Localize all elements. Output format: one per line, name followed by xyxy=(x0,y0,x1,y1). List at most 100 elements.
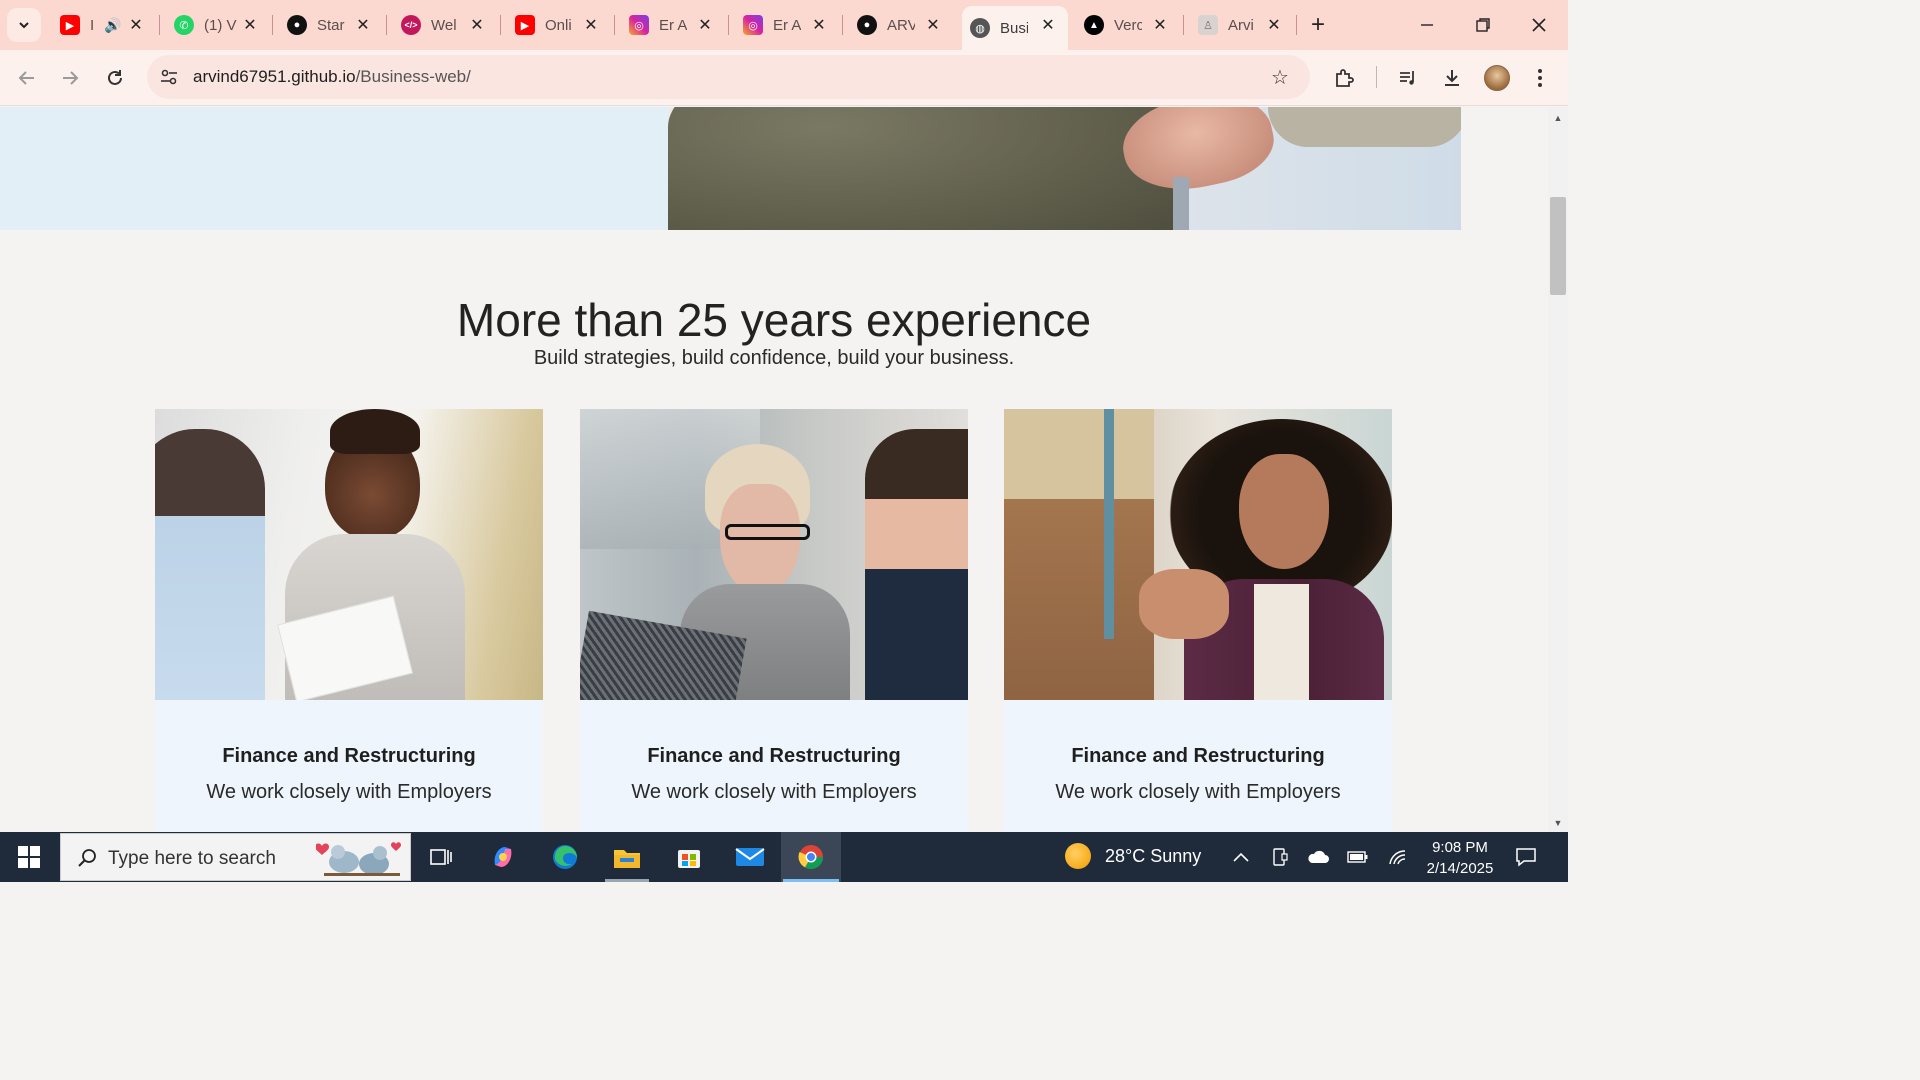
card-image xyxy=(580,409,968,700)
notification-center-icon[interactable] xyxy=(1512,844,1540,870)
tab-youtube-2[interactable]: ▶ Onli ✕ xyxy=(507,6,611,44)
close-tab-icon[interactable]: ✕ xyxy=(126,15,146,35)
close-tab-icon[interactable]: ✕ xyxy=(1038,15,1058,35)
tab-instagram-2[interactable]: ◎ Er A ✕ xyxy=(735,6,839,44)
tab-arvind[interactable]: ♙ Arvi ✕ xyxy=(1190,6,1294,44)
system-clock[interactable]: 9:08 PM 2/14/2025 xyxy=(1420,837,1500,879)
address-bar[interactable]: arvind67951.github.io/Business-web/ ☆ xyxy=(147,55,1310,99)
service-card: Finance and Restructuring We work closel… xyxy=(155,409,543,832)
search-highlight-birds-icon xyxy=(316,842,401,876)
start-button[interactable] xyxy=(0,832,58,882)
profile-avatar[interactable] xyxy=(1484,65,1510,91)
tab-separator xyxy=(614,15,615,35)
close-tab-icon[interactable]: ✕ xyxy=(353,15,373,35)
tab-title: Er A xyxy=(773,16,801,34)
arrow-right-icon xyxy=(63,71,79,85)
close-tab-icon[interactable]: ✕ xyxy=(923,15,943,35)
tab-github-1[interactable]: ● Star ✕ xyxy=(279,6,383,44)
back-button[interactable] xyxy=(9,60,45,96)
tab-web[interactable]: </> Wel ✕ xyxy=(393,6,497,44)
file-explorer-icon[interactable] xyxy=(597,832,657,882)
reload-button[interactable] xyxy=(97,60,133,96)
card-image xyxy=(1004,409,1392,700)
person-icon: ♙ xyxy=(1198,15,1218,35)
tab-separator xyxy=(1183,15,1184,35)
instagram-icon: ◎ xyxy=(743,15,763,35)
card-title: Finance and Restructuring xyxy=(222,745,476,767)
scroll-down-arrow-icon[interactable]: ▼ xyxy=(1548,814,1568,832)
clock-time: 9:08 PM xyxy=(1432,839,1488,856)
close-tab-icon[interactable]: ✕ xyxy=(467,15,487,35)
toolbar-separator xyxy=(1376,66,1377,88)
sun-icon xyxy=(1065,843,1091,869)
close-window-button[interactable] xyxy=(1522,8,1556,42)
tab-separator xyxy=(500,15,501,35)
mail-icon[interactable] xyxy=(720,832,780,882)
card-image-face xyxy=(1239,454,1329,569)
wifi-icon[interactable] xyxy=(1386,845,1410,869)
tab-whatsapp[interactable]: ✆ (1) V ✕ xyxy=(166,6,270,44)
close-tab-icon[interactable]: ✕ xyxy=(1150,15,1170,35)
hero-image-chair-leg xyxy=(1173,177,1189,230)
search-placeholder: Type here to search xyxy=(108,848,276,869)
speaker-icon[interactable]: 🔊 xyxy=(104,17,121,34)
restore-button[interactable] xyxy=(1466,8,1500,42)
onedrive-icon[interactable] xyxy=(1306,845,1330,869)
browser-toolbar: arvind67951.github.io/Business-web/ ☆ xyxy=(0,50,1568,106)
tab-title: ARV xyxy=(887,16,915,34)
tab-title: Arvi xyxy=(1228,16,1254,34)
tab-strip: ▶ I 🔊 ✕ ✆ (1) V ✕ ● Star ✕ </> Wel ✕ ▶ O… xyxy=(0,0,1568,50)
card-image-person-hair xyxy=(330,409,420,454)
scrollbar-thumb[interactable] xyxy=(1550,197,1566,295)
close-tab-icon[interactable]: ✕ xyxy=(581,15,601,35)
extensions-icon[interactable] xyxy=(1328,62,1360,94)
windows-taskbar: Type here to search 28°C Sunny 9:08 PM 2… xyxy=(0,832,1568,882)
edge-browser-icon[interactable] xyxy=(535,832,595,882)
menu-kebab-icon[interactable] xyxy=(1524,62,1556,94)
tab-business-web[interactable]: ◍ Busi ✕ xyxy=(962,6,1068,50)
battery-icon[interactable] xyxy=(1346,845,1370,869)
tab-title: Star xyxy=(317,16,345,34)
chrome-icon[interactable] xyxy=(781,832,841,882)
card-image-handshake xyxy=(1139,569,1229,639)
close-tab-icon[interactable]: ✕ xyxy=(240,15,260,35)
card-image xyxy=(155,409,543,700)
forward-button[interactable] xyxy=(52,60,88,96)
page-scrollbar[interactable]: ▲ ▼ xyxy=(1548,107,1568,832)
clock-date: 2/14/2025 xyxy=(1426,860,1494,877)
tab-github-2[interactable]: ● ARV ✕ xyxy=(849,6,953,44)
microsoft-store-icon[interactable] xyxy=(659,832,719,882)
chevron-up-icon[interactable] xyxy=(1229,845,1253,869)
close-tab-icon[interactable]: ✕ xyxy=(809,15,829,35)
minimize-button[interactable] xyxy=(1410,8,1444,42)
copilot-icon[interactable] xyxy=(473,832,533,882)
tab-title: Wel xyxy=(431,16,457,34)
hero-image xyxy=(668,107,1461,230)
site-info-icon[interactable] xyxy=(157,65,181,89)
reload-icon xyxy=(108,70,122,85)
github-icon: ● xyxy=(287,15,307,35)
taskbar-search[interactable]: Type here to search xyxy=(60,833,411,881)
tab-search-button[interactable] xyxy=(7,8,41,42)
weather-widget[interactable]: 28°C Sunny xyxy=(1065,843,1201,869)
scroll-up-arrow-icon[interactable]: ▲ xyxy=(1548,109,1568,127)
close-tab-icon[interactable]: ✕ xyxy=(1264,15,1284,35)
bookmark-star-icon[interactable]: ☆ xyxy=(1268,65,1292,89)
downloads-icon[interactable] xyxy=(1436,62,1468,94)
task-view-icon[interactable] xyxy=(411,832,471,882)
close-tab-icon[interactable]: ✕ xyxy=(695,15,715,35)
tab-title: I xyxy=(90,16,95,34)
tab-title: Onli xyxy=(545,16,572,34)
tab-youtube-1[interactable]: ▶ I 🔊 ✕ xyxy=(52,6,156,44)
device-icon[interactable] xyxy=(1268,845,1292,869)
new-tab-button[interactable]: + xyxy=(1303,10,1333,40)
hero-banner-bottom xyxy=(0,107,1461,230)
url-text[interactable]: arvind67951.github.io/Business-web/ xyxy=(193,67,471,87)
tab-separator xyxy=(386,15,387,35)
card-text: We work closely with Employers xyxy=(1055,781,1341,803)
tab-instagram-1[interactable]: ◎ Er A ✕ xyxy=(621,6,725,44)
media-controls-icon[interactable] xyxy=(1392,62,1424,94)
tab-vercel[interactable]: ▲ Verc ✕ xyxy=(1076,6,1180,44)
search-icon xyxy=(75,846,99,870)
code-icon: </> xyxy=(401,15,421,35)
